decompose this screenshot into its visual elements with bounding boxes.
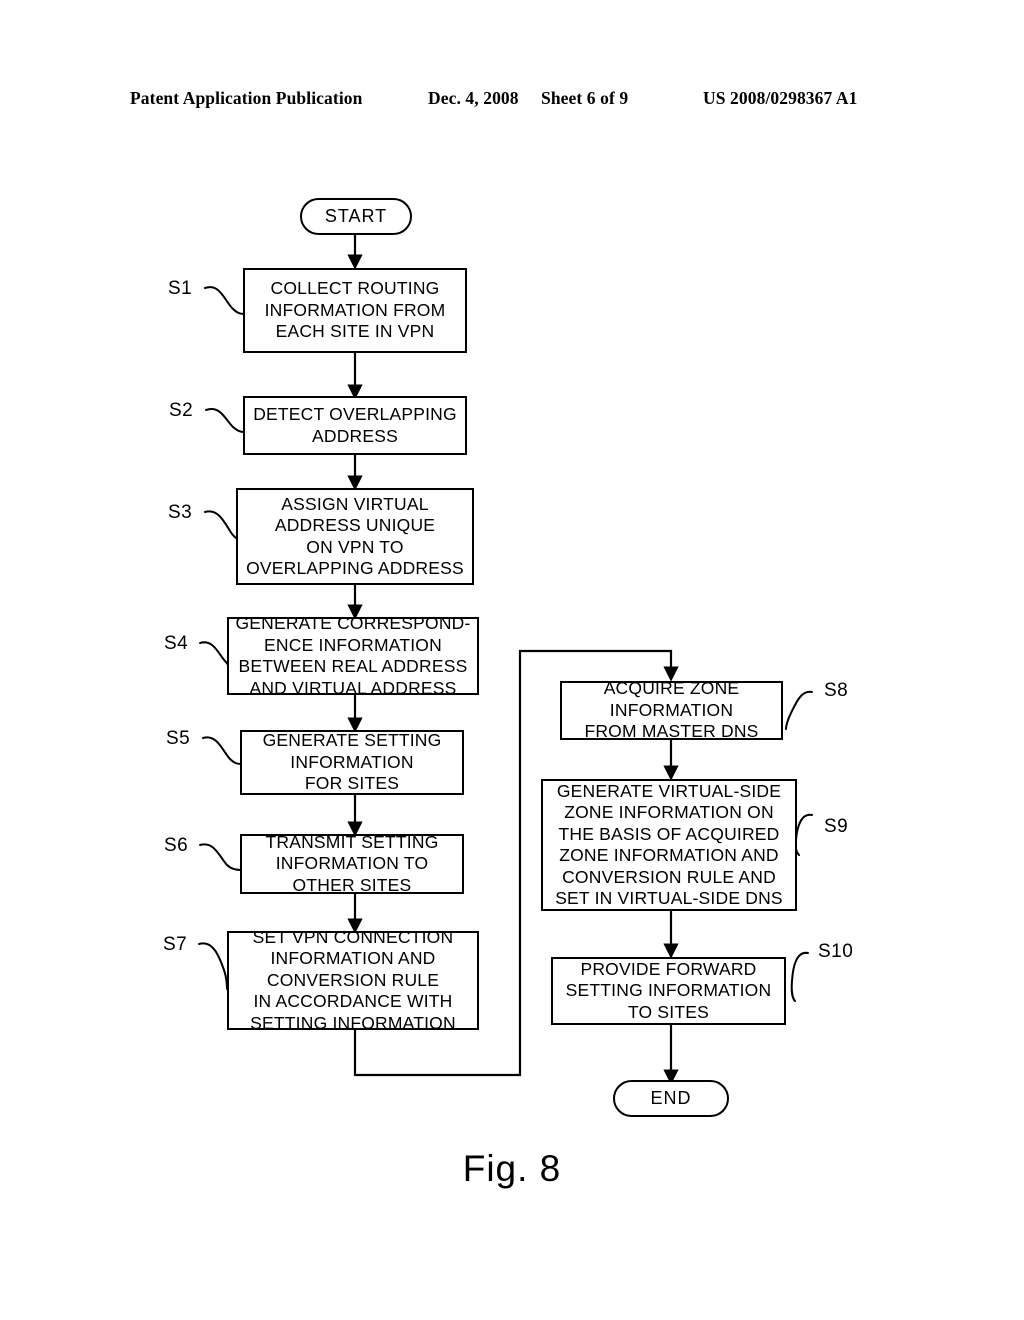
step-label-s5: S5 (166, 728, 191, 749)
leader-s8 (785, 690, 813, 730)
leader-s3 (204, 510, 240, 541)
step-label-s8: S8 (824, 680, 849, 701)
step-label-s1: S1 (168, 278, 193, 299)
node-s9[interactable]: GENERATE VIRTUAL-SIDE ZONE INFORMATION O… (541, 779, 797, 911)
node-s4-label: GENERATE CORRESPOND- ENCE INFORMATION BE… (235, 613, 471, 698)
leader-s2 (205, 407, 245, 433)
node-s10[interactable]: PROVIDE FORWARD SETTING INFORMATION TO S… (551, 957, 786, 1025)
step-label-s9: S9 (824, 816, 849, 837)
node-s8-label: ACQUIRE ZONE INFORMATION FROM MASTER DNS (584, 678, 759, 742)
leader-s5 (202, 736, 242, 765)
node-s7[interactable]: SET VPN CONNECTION INFORMATION AND CONVE… (227, 927, 479, 1033)
figure-caption: Fig. 8 (462, 1148, 562, 1189)
node-s9-label: GENERATE VIRTUAL-SIDE ZONE INFORMATION O… (555, 780, 783, 909)
node-s6-label: TRANSMIT SETTING INFORMATION TO OTHER SI… (265, 831, 439, 895)
node-s2[interactable]: DETECT OVERLAPPING ADDRESS (243, 396, 467, 455)
node-start[interactable]: START (300, 198, 412, 235)
node-end[interactable]: END (613, 1080, 729, 1117)
node-s1[interactable]: COLLECT ROUTING INFORMATION FROM EACH SI… (243, 268, 467, 353)
step-label-s10: S10 (818, 941, 854, 962)
step-label-s2: S2 (169, 400, 194, 421)
leader-s6 (199, 843, 242, 871)
node-s2-label: DETECT OVERLAPPING ADDRESS (253, 404, 457, 446)
flowchart: START COLLECT ROUTING INFORMATION FROM E… (0, 0, 1024, 1320)
leader-s10 (790, 951, 809, 1002)
leader-s7 (198, 942, 228, 990)
node-start-label: START (324, 205, 388, 226)
step-label-s3: S3 (168, 502, 193, 523)
leader-s4 (199, 641, 230, 667)
node-s5-label: GENERATE SETTING INFORMATION FOR SITES (262, 730, 442, 794)
leader-s1 (204, 286, 245, 315)
node-s1-label: COLLECT ROUTING INFORMATION FROM EACH SI… (264, 278, 446, 342)
step-label-s4: S4 (164, 633, 189, 654)
leader-s9 (794, 813, 813, 856)
step-label-s7: S7 (163, 934, 188, 955)
node-s3[interactable]: ASSIGN VIRTUAL ADDRESS UNIQUE ON VPN TO … (236, 488, 474, 585)
step-label-s6: S6 (164, 835, 189, 856)
node-s10-label: PROVIDE FORWARD SETTING INFORMATION TO S… (565, 958, 772, 1022)
node-s8[interactable]: ACQUIRE ZONE INFORMATION FROM MASTER DNS (560, 678, 783, 742)
node-s3-label: ASSIGN VIRTUAL ADDRESS UNIQUE ON VPN TO … (246, 493, 464, 579)
node-s6[interactable]: TRANSMIT SETTING INFORMATION TO OTHER SI… (240, 831, 464, 895)
node-s7-label: SET VPN CONNECTION INFORMATION AND CONVE… (250, 926, 456, 1033)
node-s4[interactable]: GENERATE CORRESPOND- ENCE INFORMATION BE… (227, 613, 479, 698)
flowchart-connectors (198, 234, 813, 1085)
node-s5[interactable]: GENERATE SETTING INFORMATION FOR SITES (240, 730, 464, 795)
node-end-label: END (650, 1087, 692, 1108)
